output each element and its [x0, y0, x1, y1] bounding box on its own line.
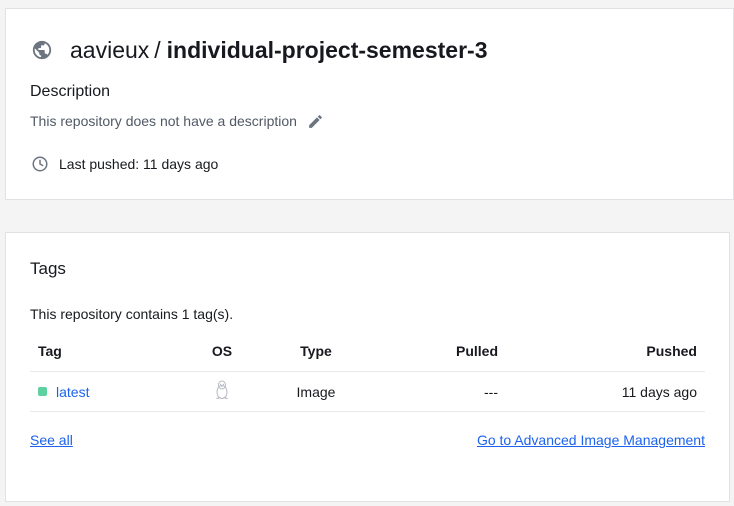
type-cell: Image: [296, 383, 336, 400]
linux-tux-icon: [214, 380, 230, 400]
repository-overview-card: aavieux / individual-project-semester-3 …: [5, 8, 734, 200]
pulled-cell: ---: [484, 383, 498, 400]
description-row: This repository does not have a descript…: [30, 112, 325, 130]
last-pushed-text: Last pushed: 11 days ago: [59, 156, 219, 172]
column-header-type: Type: [300, 343, 332, 359]
tags-table: Tag OS Type Pulled Pushed latest Image -…: [30, 331, 705, 412]
pushed-cell: 11 days ago: [621, 383, 697, 400]
tags-count-text: This repository contains 1 tag(s).: [30, 306, 234, 322]
repo-separator: /: [154, 36, 161, 63]
globe-icon: [31, 39, 53, 61]
column-header-tag: Tag: [38, 343, 62, 359]
column-header-pushed: Pushed: [646, 343, 697, 359]
last-pushed-row: Last pushed: 11 days ago: [31, 155, 218, 173]
tag-link-latest[interactable]: latest: [56, 384, 89, 400]
os-cell: [180, 380, 264, 403]
repo-name: individual-project-semester-3: [166, 36, 488, 63]
column-header-pulled: Pulled: [455, 343, 498, 359]
status-indicator: [38, 387, 47, 396]
tags-heading: Tags: [30, 259, 66, 278]
pencil-icon[interactable]: [307, 112, 325, 130]
table-row: latest Image --- 11 days ago: [30, 372, 705, 412]
tag-cell: latest: [30, 384, 180, 400]
advanced-image-management-link[interactable]: Go to Advanced Image Management: [477, 432, 705, 448]
tags-table-header: Tag OS Type Pulled Pushed: [30, 331, 705, 372]
repo-title: aavieux / individual-project-semester-3: [31, 37, 487, 63]
description-heading: Description: [30, 83, 111, 100]
repo-namespace[interactable]: aavieux: [70, 37, 149, 64]
description-text: This repository does not have a descript…: [30, 113, 297, 129]
see-all-link[interactable]: See all: [30, 432, 73, 448]
column-header-os: OS: [211, 343, 233, 359]
tags-card: Tags This repository contains 1 tag(s). …: [5, 232, 730, 502]
clock-icon: [31, 155, 49, 173]
